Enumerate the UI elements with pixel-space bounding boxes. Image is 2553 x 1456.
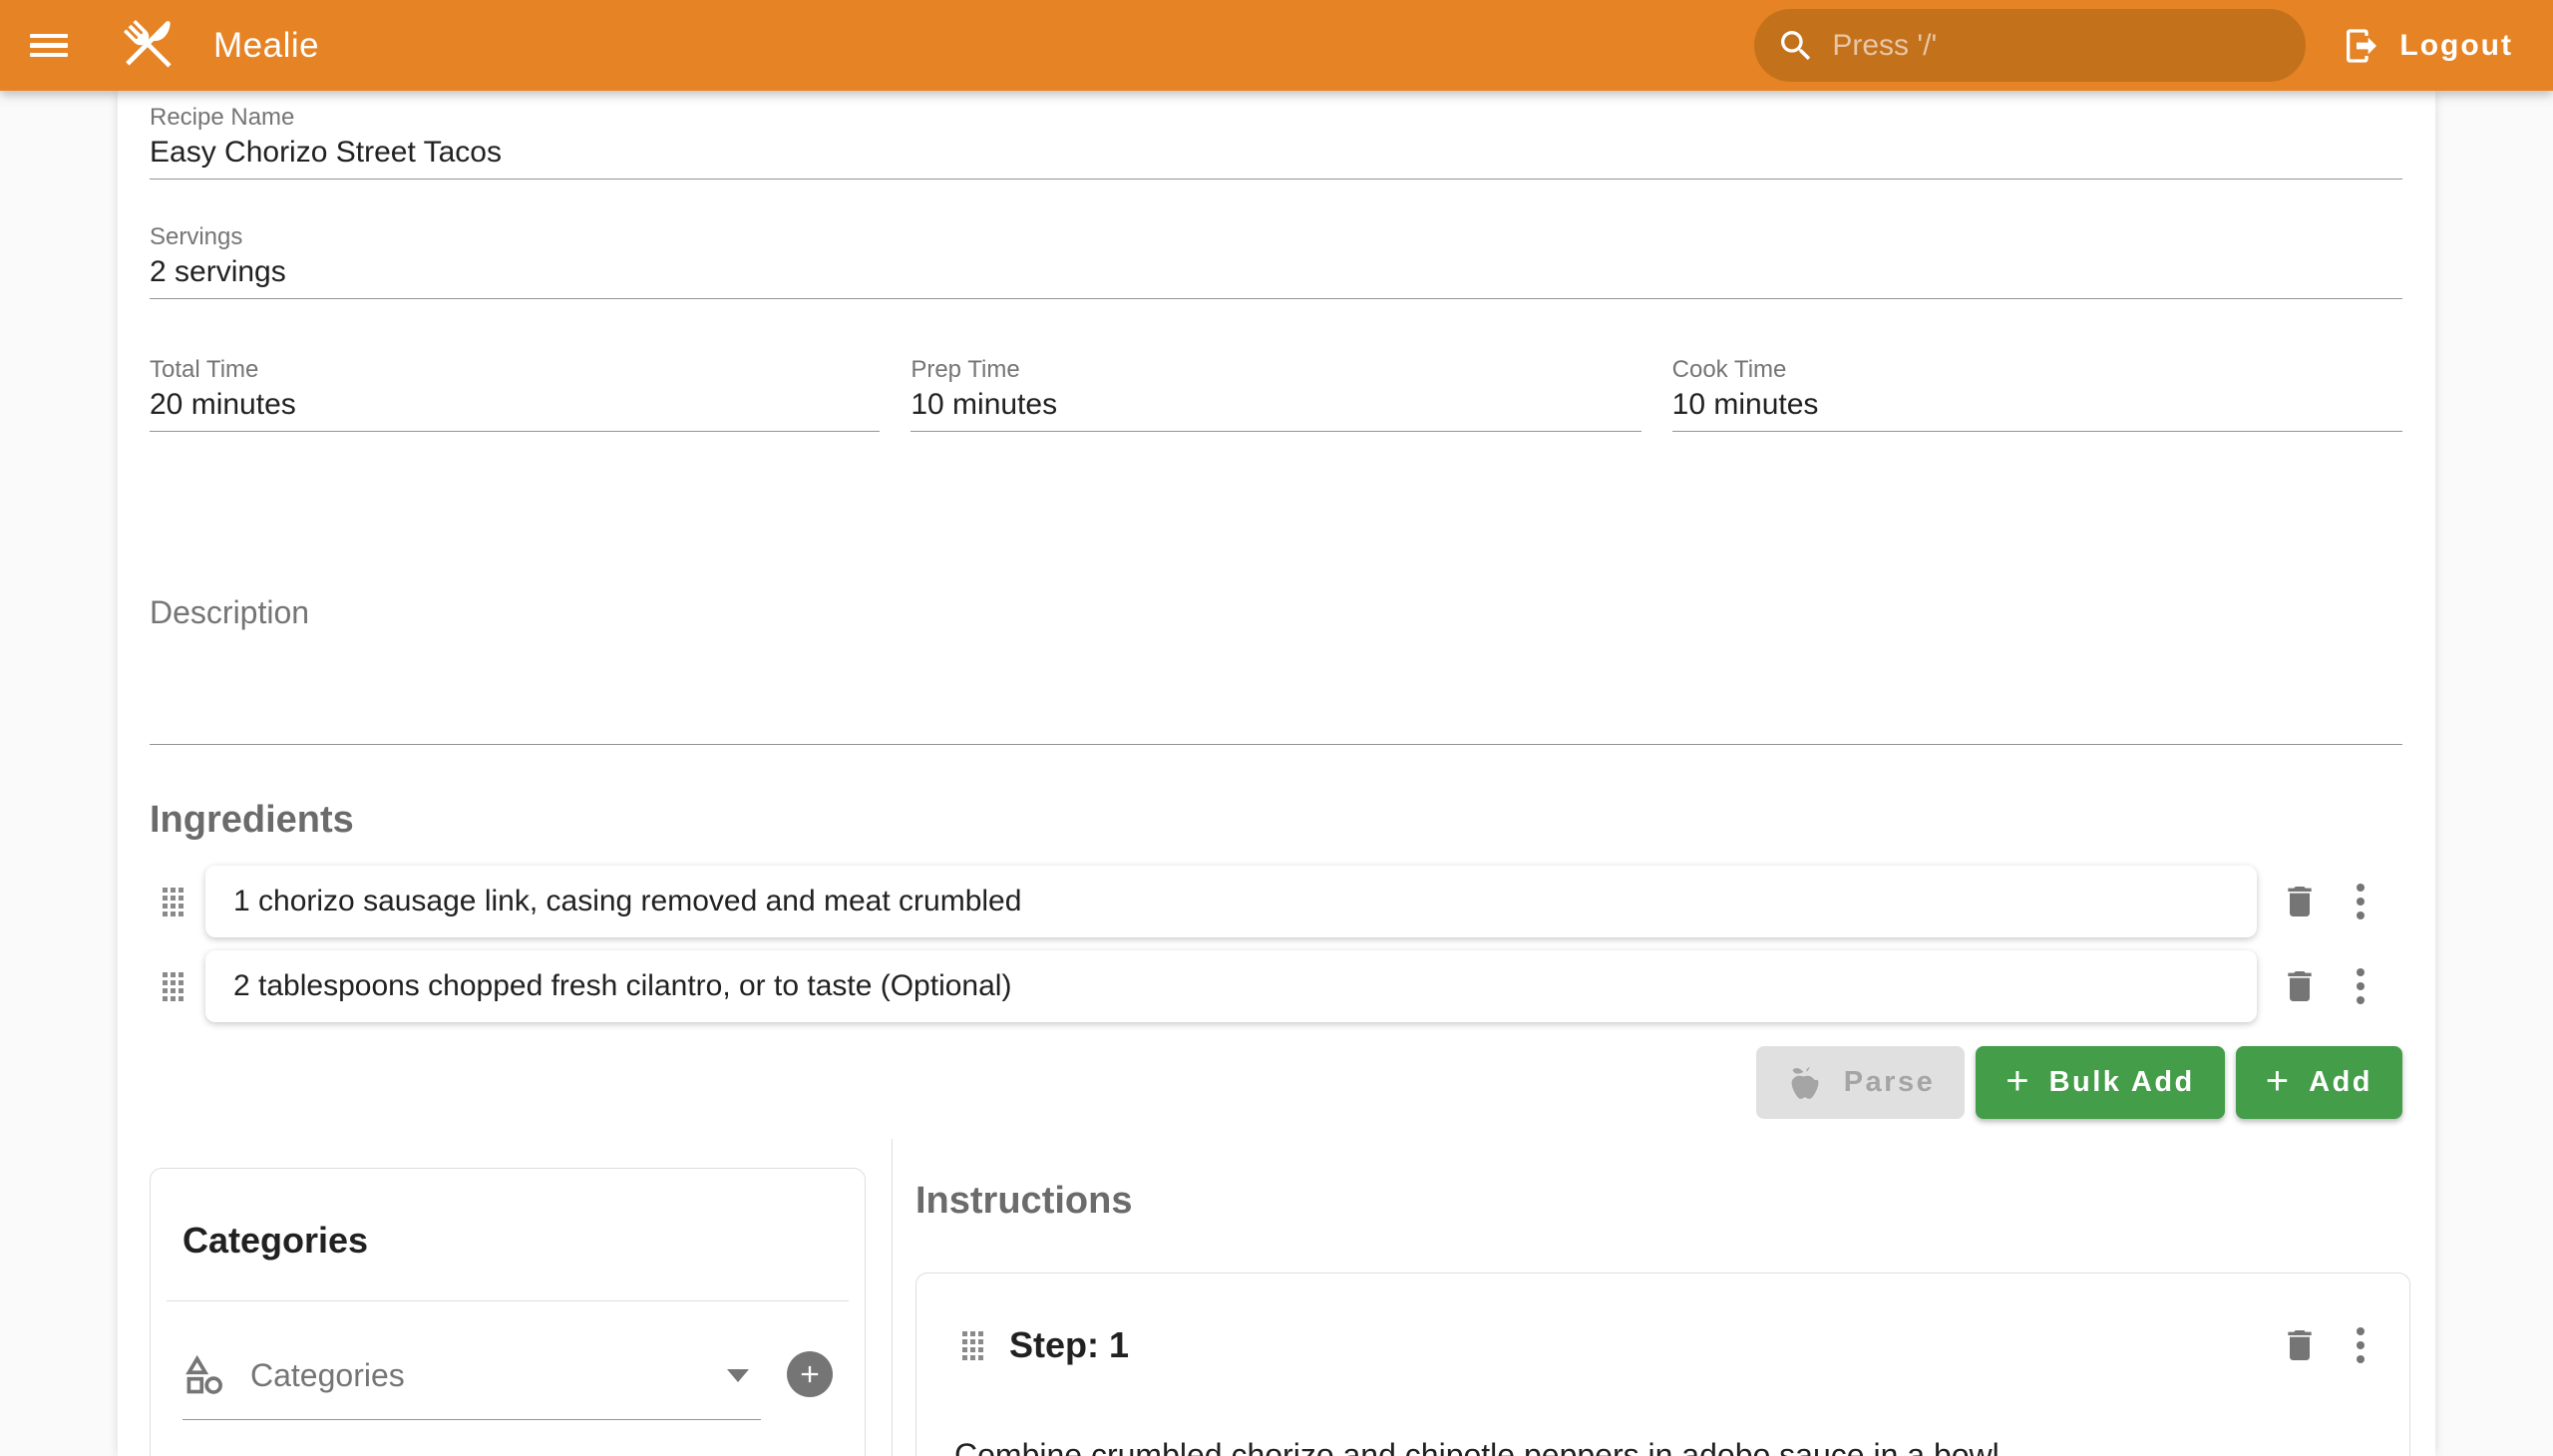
total-time-input[interactable]: 20 minutes xyxy=(150,385,880,432)
logout-icon xyxy=(2342,26,2381,66)
instructions-heading: Instructions xyxy=(915,1178,2410,1224)
prep-time-input[interactable]: 10 minutes xyxy=(911,385,1641,432)
total-time-label: Total Time xyxy=(150,355,880,385)
ingredient-row: 1 chorizo sausage link, casing removed a… xyxy=(150,866,2402,937)
instruction-step-card: Step: 1 Combine crumbled chorizo and chi… xyxy=(915,1273,2410,1456)
ingredient-input[interactable]: 2 tablespoons chopped fresh cilantro, or… xyxy=(205,950,2257,1022)
search-input[interactable] xyxy=(1832,29,2284,63)
ingredients-list: 1 chorizo sausage link, casing removed a… xyxy=(150,866,2402,1022)
plus-icon: + xyxy=(2006,1061,2028,1101)
categories-card-title: Categories xyxy=(151,1169,865,1265)
drag-handle-icon[interactable] xyxy=(163,888,183,916)
description-input[interactable] xyxy=(150,633,2402,745)
ingredient-menu-button[interactable] xyxy=(2346,880,2375,923)
step-header: Step: 1 xyxy=(950,1274,2375,1367)
prep-time-field: Prep Time 10 minutes xyxy=(911,355,1641,432)
step-menu-button[interactable] xyxy=(2346,1323,2375,1367)
add-button[interactable]: + Add xyxy=(2236,1046,2402,1119)
menu-icon[interactable] xyxy=(30,24,74,68)
app-title: Mealie xyxy=(213,26,319,66)
search-bar[interactable] xyxy=(1754,9,2306,82)
trash-icon xyxy=(2280,1325,2320,1365)
step-text-input[interactable]: Combine crumbled chorizo and chipotle pe… xyxy=(954,1433,2375,1456)
step-title: Step: 1 xyxy=(1009,1324,1129,1366)
description-label: Description xyxy=(150,591,2402,633)
trash-icon xyxy=(2280,882,2320,921)
recipe-name-field: Recipe Name Easy Chorizo Street Tacos xyxy=(150,103,2402,180)
kebab-menu-icon xyxy=(2357,884,2365,919)
kebab-menu-icon xyxy=(2357,968,2365,1004)
app-bar: Mealie Logout xyxy=(0,0,2553,91)
ingredient-menu-button[interactable] xyxy=(2346,964,2375,1008)
instructions-column: Instructions Step: 1 Combine crumble xyxy=(915,1139,2410,1456)
add-category-button[interactable] xyxy=(787,1351,833,1397)
categories-card: Categories Categories xyxy=(150,1168,866,1456)
ingredients-heading: Ingredients xyxy=(150,797,2402,843)
categories-select-label: Categories xyxy=(250,1357,405,1394)
categories-select-row: Categories xyxy=(182,1353,833,1420)
recipe-name-input[interactable]: Easy Chorizo Street Tacos xyxy=(150,133,2402,180)
delete-ingredient-button[interactable] xyxy=(2278,880,2322,923)
categories-column: Categories Categories xyxy=(150,1139,893,1456)
parse-button[interactable]: Parse xyxy=(1756,1046,1966,1119)
bottom-section: Categories Categories xyxy=(150,1139,2402,1456)
ingredient-input[interactable]: 1 chorizo sausage link, casing removed a… xyxy=(205,866,2257,937)
parse-button-label: Parse xyxy=(1844,1066,1936,1099)
delete-ingredient-button[interactable] xyxy=(2278,964,2322,1008)
drag-handle-icon[interactable] xyxy=(163,972,183,1001)
servings-field: Servings 2 servings xyxy=(150,222,2402,299)
bulk-add-button-label: Bulk Add xyxy=(2049,1066,2195,1099)
recipe-name-label: Recipe Name xyxy=(150,103,2402,133)
search-icon xyxy=(1776,26,1816,66)
ingredient-row: 2 tablespoons chopped fresh cilantro, or… xyxy=(150,950,2402,1022)
cook-time-field: Cook Time 10 minutes xyxy=(1672,355,2402,432)
mealie-logo-crossed-utensils-icon xyxy=(116,12,183,80)
categories-select[interactable]: Categories xyxy=(182,1353,761,1420)
delete-step-button[interactable] xyxy=(2278,1323,2322,1367)
bulk-add-button[interactable]: + Bulk Add xyxy=(1976,1046,2225,1119)
cook-time-label: Cook Time xyxy=(1672,355,2402,385)
apple-icon xyxy=(1786,1064,1824,1102)
recipe-editor-card: Recipe Name Easy Chorizo Street Tacos Se… xyxy=(118,91,2435,1456)
prep-time-label: Prep Time xyxy=(911,355,1641,385)
plus-icon: + xyxy=(2266,1061,2289,1101)
caret-down-icon xyxy=(727,1369,749,1382)
servings-input[interactable]: 2 servings xyxy=(150,252,2402,299)
ingredient-buttons-row: Parse + Bulk Add + Add xyxy=(150,1046,2402,1119)
plus-circle-icon xyxy=(796,1360,824,1388)
cook-time-input[interactable]: 10 minutes xyxy=(1672,385,2402,432)
add-button-label: Add xyxy=(2309,1066,2372,1099)
categories-divider xyxy=(167,1300,849,1301)
logout-label: Logout xyxy=(2399,29,2513,63)
drag-handle-icon[interactable] xyxy=(962,1331,983,1360)
logout-button[interactable]: Logout xyxy=(2332,12,2523,80)
shapes-icon xyxy=(182,1353,226,1397)
trash-icon xyxy=(2280,966,2320,1006)
servings-label: Servings xyxy=(150,222,2402,252)
total-time-field: Total Time 20 minutes xyxy=(150,355,880,432)
times-row: Total Time 20 minutes Prep Time 10 minut… xyxy=(150,355,2402,432)
kebab-menu-icon xyxy=(2357,1327,2365,1363)
